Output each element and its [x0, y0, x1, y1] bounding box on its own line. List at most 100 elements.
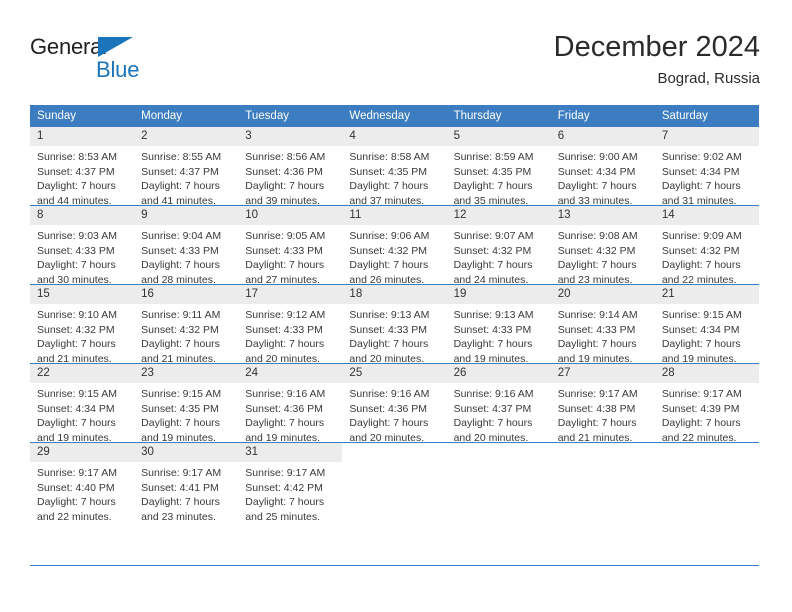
day-cell-inner: 9 Sunrise: 9:04 AM Sunset: 4:33 PM Daylight…: [134, 206, 239, 286]
sunset-time: Sunset: 4:32 PM: [141, 323, 219, 336]
calendar-day-cell[interactable]: 5 Sunrise: 8:59 AM Sunset: 4:35 PM Daylight…: [446, 127, 551, 208]
day-number: 30: [134, 443, 239, 462]
day-details: Sunrise: 8:59 AM Sunset: 4:35 PM Daylight:…: [447, 146, 551, 208]
calendar-day-cell[interactable]: 4 Sunrise: 8:58 AM Sunset: 4:35 PM Daylight…: [342, 127, 447, 207]
calendar-day-cell[interactable]: 18 Sunrise: 9:13 AM Sunset: 4:33 PM Dayligh…: [342, 284, 447, 365]
daylight-duration-line1: Daylight: 7 hours: [453, 180, 533, 192]
calendar-day-cell[interactable]: 17 Sunrise: 9:12 AM Sunset: 4:33 PM Dayligh…: [238, 284, 343, 365]
calendar-day-cell[interactable]: 28 Sunrise: 9:17 AM Sunset: 4:39 PM Dayligh…: [654, 363, 759, 445]
day-number: 29: [30, 443, 135, 462]
title-block: December 2024 Bograd, Russia: [554, 30, 760, 90]
day-cell-inner: 25 Sunrise: 9:16 AM Sunset: 4:36 PM Dayligh…: [342, 364, 447, 445]
day-cell-inner: 28 Sunrise: 9:17 AM Sunset: 4:39 PM Dayligh…: [654, 364, 759, 445]
day-number: 5: [446, 127, 551, 146]
day-details: Sunrise: 8:53 AM Sunset: 4:37 PM Daylight:…: [30, 146, 134, 208]
calendar-day-cell[interactable]: 31 Sunrise: 9:17 AM Sunset: 4:42 PM Dayligh…: [238, 442, 343, 523]
calendar-day-cell[interactable]: 7 Sunrise: 9:02 AM Sunset: 4:34 PM Daylight…: [654, 127, 759, 207]
calendar-day-cell[interactable]: 23 Sunrise: 9:15 AM Sunset: 4:35 PM Dayligh…: [134, 363, 239, 445]
sunrise-time: Sunrise: 9:15 AM: [141, 388, 222, 400]
calendar-day-cell[interactable]: 26 Sunrise: 9:16 AM Sunset: 4:37 PM Dayligh…: [446, 363, 551, 444]
calendar-week-row: 22 Sunrise: 9:15 AM Sunset: 4:34 PM Dayligh…: [30, 363, 759, 445]
calendar-day-cell[interactable]: 14 Sunrise: 9:09 AM Sunset: 4:32 PM Dayligh…: [654, 205, 759, 287]
day-number: 22: [30, 364, 135, 383]
day-details: Sunrise: 9:09 AM Sunset: 4:32 PM Daylight:…: [655, 225, 759, 287]
sunrise-time: Sunrise: 9:07 AM: [453, 230, 534, 242]
day-number: 11: [342, 206, 447, 225]
brand-name-general: General: [30, 34, 107, 59]
calendar-day-cell[interactable]: 19 Sunrise: 9:13 AM Sunset: 4:33 PM Dayligh…: [446, 284, 551, 366]
day-number: 6: [550, 127, 655, 146]
sunset-time: Sunset: 4:35 PM: [349, 165, 428, 178]
day-number: 19: [446, 285, 551, 304]
day-details: Sunrise: 9:00 AM Sunset: 4:34 PM Daylight:…: [551, 146, 655, 208]
day-number: 9: [134, 206, 239, 225]
sunrise-time: Sunrise: 9:16 AM: [349, 388, 430, 400]
day-number: 17: [238, 285, 343, 304]
day-details: Sunrise: 9:16 AM Sunset: 4:36 PM Daylight:…: [238, 383, 342, 445]
day-details: Sunrise: 9:07 AM Sunset: 4:32 PM Daylight:…: [447, 225, 551, 287]
calendar-day-cell[interactable]: 3 Sunrise: 8:56 AM Sunset: 4:36 PM Daylight…: [238, 127, 343, 208]
day-number: 21: [654, 285, 759, 304]
calendar-day-cell[interactable]: 20 Sunrise: 9:14 AM Sunset: 4:33 PM Dayligh…: [550, 284, 655, 366]
triangle-icon: [98, 37, 133, 57]
day-details: Sunrise: 8:56 AM Sunset: 4:36 PM Daylight:…: [238, 146, 342, 208]
day-details: Sunrise: 9:10 AM Sunset: 4:32 PM Daylight:…: [30, 304, 134, 366]
calendar-day-cell[interactable]: 24 Sunrise: 9:16 AM Sunset: 4:36 PM Dayligh…: [238, 363, 343, 445]
day-cell-inner: 27 Sunrise: 9:17 AM Sunset: 4:38 PM Dayligh…: [550, 364, 655, 444]
day-cell-inner: 7 Sunrise: 9:02 AM Sunset: 4:34 PM Daylight…: [654, 127, 759, 207]
daylight-duration-line1: Daylight: 7 hours: [37, 259, 116, 271]
calendar-day-cell[interactable]: 30 Sunrise: 9:17 AM Sunset: 4:41 PM Dayligh…: [134, 442, 239, 523]
calendar-day-cell[interactable]: 2 Sunrise: 8:55 AM Sunset: 4:37 PM Daylight…: [134, 127, 239, 208]
day-details: Sunrise: 9:13 AM Sunset: 4:33 PM Daylight:…: [447, 304, 551, 366]
calendar-day-cell[interactable]: 27 Sunrise: 9:17 AM Sunset: 4:38 PM Dayligh…: [550, 363, 655, 444]
calendar-day-cell[interactable]: 22 Sunrise: 9:15 AM Sunset: 4:34 PM Dayligh…: [30, 363, 135, 444]
day-details: Sunrise: 9:05 AM Sunset: 4:33 PM Daylight:…: [238, 225, 342, 287]
daylight-duration-line1: Daylight: 7 hours: [557, 417, 637, 429]
sunrise-time: Sunrise: 9:06 AM: [349, 230, 430, 242]
day-details: Sunrise: 9:14 AM Sunset: 4:33 PM Daylight:…: [551, 304, 655, 366]
day-details: Sunrise: 9:16 AM Sunset: 4:36 PM Daylight:…: [342, 383, 446, 445]
calendar-day-cell[interactable]: 15 Sunrise: 9:10 AM Sunset: 4:32 PM Dayligh…: [30, 284, 135, 366]
day-cell-inner: 23 Sunrise: 9:15 AM Sunset: 4:35 PM Dayligh…: [134, 364, 239, 445]
calendar-day-cell[interactable]: 1 Sunrise: 8:53 AM Sunset: 4:37 PM Daylight…: [30, 127, 135, 208]
weekday-header-tuesday: Tuesday: [238, 105, 343, 127]
calendar-day-cell[interactable]: 25 Sunrise: 9:16 AM Sunset: 4:36 PM Dayligh…: [342, 363, 447, 445]
calendar-day-cell[interactable]: 8 Sunrise: 9:03 AM Sunset: 4:33 PM Daylight…: [30, 205, 135, 286]
brand-logo[interactable]: General Blue: [30, 34, 160, 90]
daylight-duration-line2: and 23 minutes.: [141, 510, 216, 523]
calendar-day-cell[interactable]: 9 Sunrise: 9:04 AM Sunset: 4:33 PM Daylight…: [134, 205, 239, 286]
calendar-day-cell[interactable]: 6 Sunrise: 9:00 AM Sunset: 4:34 PM Daylight…: [550, 127, 655, 208]
calendar-day-cell[interactable]: 11 Sunrise: 9:06 AM Sunset: 4:32 PM Dayligh…: [342, 205, 447, 287]
day-details: Sunrise: 9:15 AM Sunset: 4:35 PM Daylight:…: [134, 383, 238, 445]
day-cell-inner: 1 Sunrise: 8:53 AM Sunset: 4:37 PM Daylight…: [30, 127, 135, 208]
day-cell-inner: 2 Sunrise: 8:55 AM Sunset: 4:37 PM Daylight…: [134, 127, 239, 208]
sunset-time: Sunset: 4:32 PM: [661, 244, 740, 257]
day-cell-inner: 6 Sunrise: 9:00 AM Sunset: 4:34 PM Daylight…: [550, 127, 655, 208]
daylight-duration-line2: and 25 minutes.: [245, 510, 320, 523]
day-cell-inner: 31 Sunrise: 9:17 AM Sunset: 4:42 PM Dayligh…: [238, 443, 343, 523]
day-details: Sunrise: 8:55 AM Sunset: 4:37 PM Daylight:…: [134, 146, 238, 208]
day-cell-inner: 29 Sunrise: 9:17 AM Sunset: 4:40 PM Dayligh…: [30, 443, 135, 523]
calendar-day-cell[interactable]: 10 Sunrise: 9:05 AM Sunset: 4:33 PM Dayligh…: [238, 205, 343, 287]
daylight-duration-line1: Daylight: 7 hours: [245, 417, 325, 429]
day-details: Sunrise: 9:11 AM Sunset: 4:32 PM Daylight:…: [134, 304, 238, 366]
sunset-time: Sunset: 4:33 PM: [245, 323, 323, 336]
calendar-day-cell-empty: [446, 442, 551, 521]
calendar-week-row: 1 Sunrise: 8:53 AM Sunset: 4:37 PM Daylight…: [30, 127, 759, 208]
calendar-day-cell[interactable]: 29 Sunrise: 9:17 AM Sunset: 4:40 PM Dayligh…: [30, 442, 135, 523]
sunset-time: Sunset: 4:41 PM: [141, 481, 219, 494]
calendar-day-cell[interactable]: 16 Sunrise: 9:11 AM Sunset: 4:32 PM Dayligh…: [134, 284, 239, 366]
sunset-time: Sunset: 4:34 PM: [661, 165, 740, 178]
calendar-day-cell[interactable]: 12 Sunrise: 9:07 AM Sunset: 4:32 PM Dayligh…: [446, 205, 551, 287]
day-number: 24: [238, 364, 343, 383]
day-cell-inner: 22 Sunrise: 9:15 AM Sunset: 4:34 PM Dayligh…: [30, 364, 135, 444]
sunset-time: Sunset: 4:36 PM: [245, 402, 323, 415]
day-details: Sunrise: 9:06 AM Sunset: 4:32 PM Daylight:…: [342, 225, 446, 287]
day-details: Sunrise: 9:17 AM Sunset: 4:39 PM Daylight:…: [655, 383, 759, 445]
sunset-time: Sunset: 4:34 PM: [661, 323, 740, 336]
calendar-day-cell[interactable]: 21 Sunrise: 9:15 AM Sunset: 4:34 PM Dayligh…: [654, 284, 759, 365]
calendar-day-cell[interactable]: 13 Sunrise: 9:08 AM Sunset: 4:32 PM Dayligh…: [550, 205, 655, 286]
day-cell-inner: [655, 443, 759, 521]
sunrise-time: Sunrise: 9:14 AM: [557, 309, 638, 321]
page-subtitle-location: Bograd, Russia: [657, 70, 760, 87]
